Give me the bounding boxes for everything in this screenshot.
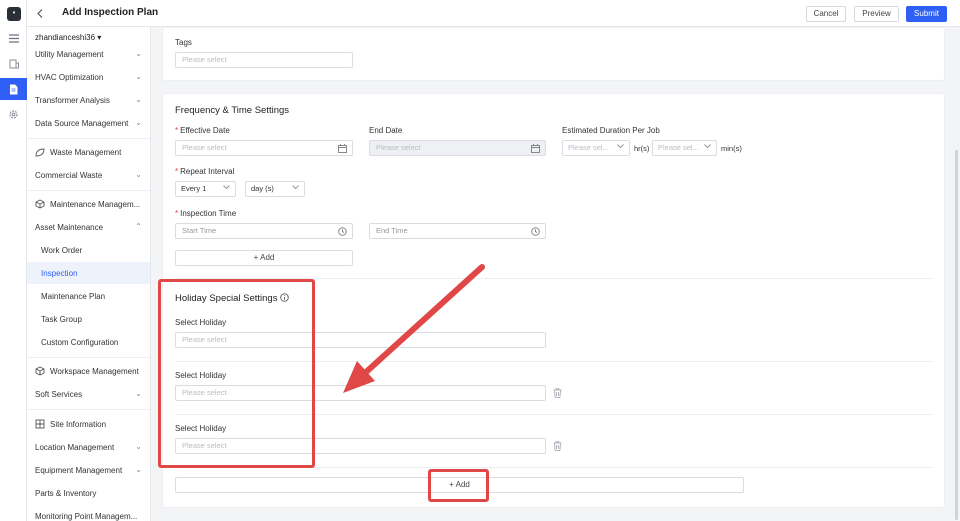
annotation-arrow	[343, 264, 485, 393]
scrollbar[interactable]	[955, 150, 958, 520]
